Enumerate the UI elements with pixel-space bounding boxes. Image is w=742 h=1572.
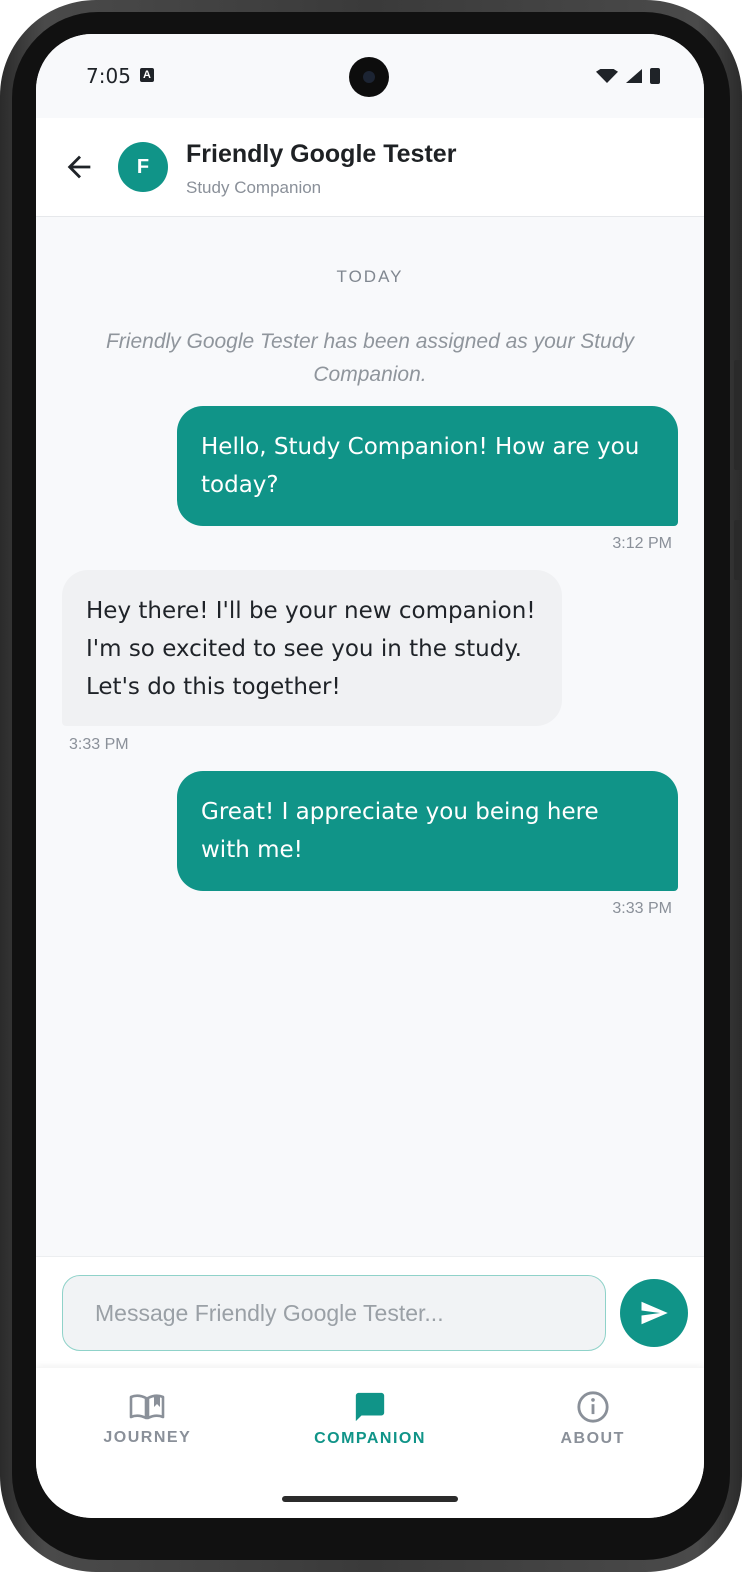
contact-name: Friendly Google Tester [186,140,457,168]
nav-item-companion[interactable]: COMPANION [259,1368,482,1470]
status-icons [596,68,660,84]
battery-icon [650,68,660,84]
info-icon [577,1391,609,1423]
message-composer [36,1256,704,1369]
status-time: 7:05 [86,64,131,88]
chat-icon [355,1392,385,1422]
message-bubble-outgoing[interactable]: Hello, Study Companion! How are you toda… [177,406,678,526]
back-button[interactable] [62,150,96,184]
app-screen: 7:05 A F Friendly Google Tester Study Co… [36,34,704,1518]
nav-label: ABOUT [560,1430,625,1447]
home-indicator[interactable] [282,1496,458,1502]
nav-label: JOURNEY [103,1429,192,1446]
book-icon [130,1394,165,1420]
signal-icon [626,69,642,83]
message-bubble-outgoing[interactable]: Great! I appreciate you being here with … [177,771,678,891]
avatar[interactable]: F [118,142,168,192]
status-bar: 7:05 A [36,34,704,118]
arrow-left-icon [67,155,91,179]
date-divider: TODAY [336,267,404,286]
send-button[interactable] [620,1279,688,1347]
message-time: 3:12 PM [612,535,672,552]
system-gesture-area [36,1470,704,1518]
wifi-icon [596,69,618,83]
phone-frame: 7:05 A F Friendly Google Tester Study Co… [0,0,742,1572]
keyboard-badge-icon: A [140,68,154,82]
bottom-navigation: JOURNEY COMPANION ABOUT [36,1368,704,1470]
nav-item-about[interactable]: ABOUT [481,1368,704,1470]
power-button [734,520,742,580]
volume-button [734,360,742,470]
message-input[interactable] [62,1275,606,1351]
contact-subtitle: Study Companion [186,178,322,197]
system-message: Friendly Google Tester has been assigned… [105,330,635,386]
front-camera [349,57,389,97]
message-bubble-incoming[interactable]: Hey there! I'll be your new companion! I… [62,570,562,726]
message-time: 3:33 PM [612,900,672,917]
message-list[interactable]: TODAY Friendly Google Tester has been as… [36,217,704,1255]
nav-item-journey[interactable]: JOURNEY [36,1368,259,1470]
chat-header: F Friendly Google Tester Study Companion [36,118,704,217]
nav-label: COMPANION [314,1430,426,1447]
message-time: 3:33 PM [69,736,129,753]
send-icon [641,1301,668,1325]
